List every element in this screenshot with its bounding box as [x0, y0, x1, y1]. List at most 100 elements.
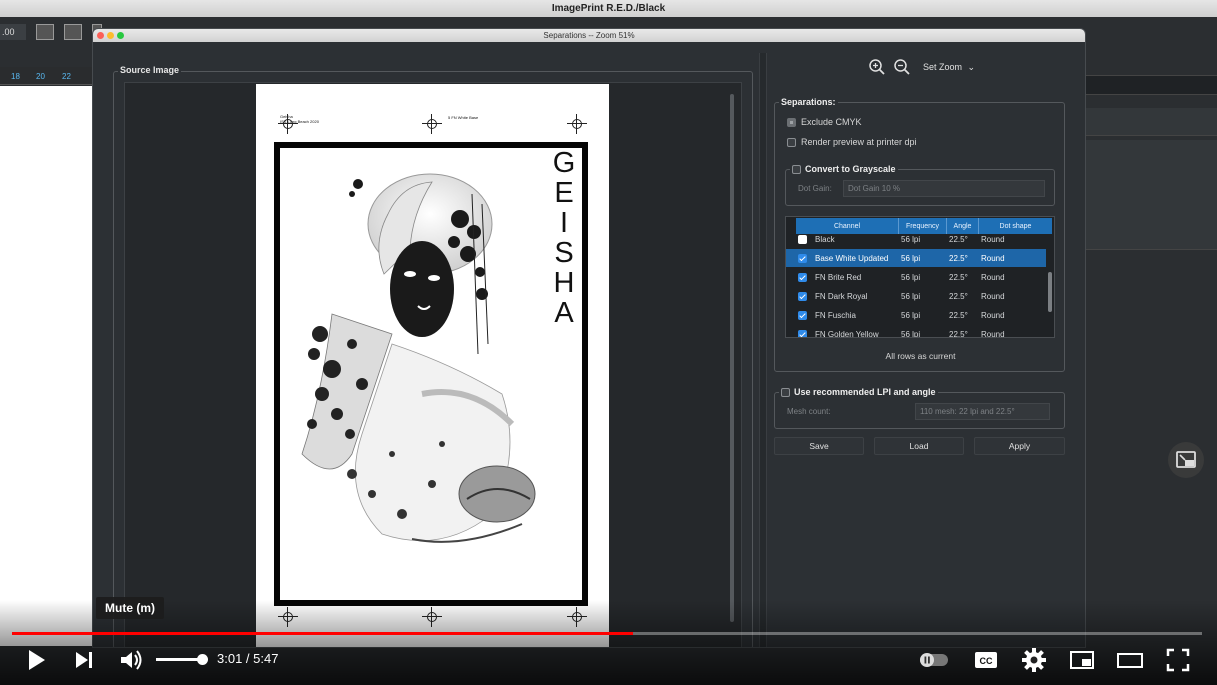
registration-mark-icon	[422, 114, 442, 134]
time-display: 3:01 / 5:47	[217, 651, 278, 666]
current-time: 3:01	[217, 651, 243, 666]
all-rows-as-current-button[interactable]: All rows as current	[775, 351, 1066, 361]
volume-slider[interactable]	[156, 658, 202, 661]
layout-icon[interactable]	[36, 24, 54, 40]
svg-text:CC: CC	[980, 656, 993, 666]
use-recommended-lpi-option[interactable]: Use recommended LPI and angle	[779, 387, 938, 397]
table-row[interactable]: FN Dark Royal 56 lpi 22.5° Round	[786, 287, 1046, 305]
preview-scrollbar[interactable]	[730, 94, 734, 622]
channel-name: FN Brite Red	[815, 272, 862, 282]
table-row[interactable]: Black 56 lpi 22.5° Round	[786, 230, 1046, 248]
ruler-tick: 22	[62, 72, 71, 81]
panel-bar	[1086, 75, 1217, 95]
next-icon[interactable]	[70, 646, 98, 674]
mesh-count-label: Mesh count:	[787, 407, 831, 416]
close-window-button[interactable]	[97, 32, 104, 39]
picture-in-picture-button[interactable]	[1168, 442, 1204, 478]
ruler-tick: 20	[36, 72, 45, 81]
volume-icon[interactable]	[117, 646, 145, 674]
channel-name: Base White Updated	[815, 253, 889, 263]
channel-dot-shape: Round	[981, 272, 1005, 282]
load-button[interactable]: Load	[874, 437, 964, 455]
table-row[interactable]: FN Brite Red 56 lpi 22.5° Round	[786, 268, 1046, 286]
miniplayer-button-icon[interactable]	[1068, 646, 1096, 674]
channel-checkbox[interactable]	[798, 234, 807, 244]
poster-title-text: GEISHA	[550, 148, 578, 328]
table-scrollbar[interactable]	[1048, 272, 1052, 312]
main-canvas	[0, 86, 92, 646]
render-preview-checkbox[interactable]	[787, 137, 796, 147]
table-row[interactable]: FN Golden Yellow 56 lpi 22.5° Round	[786, 325, 1046, 338]
channel-name: FN Fuschia	[815, 310, 856, 320]
channel-dot-shape: Round	[981, 310, 1005, 320]
channel-frequency: 56 lpi	[901, 272, 921, 282]
poster-title-letter: I	[559, 207, 569, 239]
use-recommended-lpi-label: Use recommended LPI and angle	[794, 387, 936, 397]
duration: 5:47	[253, 651, 279, 666]
poster-title-letter: H	[553, 267, 575, 299]
theater-mode-icon[interactable]	[1116, 646, 1144, 674]
separations-label: Separations:	[779, 97, 838, 107]
miniplayer-icon	[1176, 451, 1196, 468]
separations-dialog: Separations -- Zoom 51% Source Image Gei…	[92, 28, 1086, 648]
set-zoom-dropdown[interactable]: Set Zoom ⌄	[923, 62, 975, 73]
table-row[interactable]: Base White Updated 56 lpi 22.5° Round	[786, 249, 1046, 267]
panel-bar	[1086, 108, 1217, 136]
fullscreen-icon[interactable]	[1164, 646, 1192, 674]
render-preview-option[interactable]: Render preview at printer dpi	[787, 137, 917, 147]
channel-dot-shape: Round	[981, 234, 1005, 244]
zoom-field[interactable]: .00	[0, 24, 26, 40]
panel-splitter[interactable]	[759, 53, 767, 647]
exclude-cmyk-option[interactable]: Exclude CMYK	[787, 117, 862, 127]
channel-checkbox[interactable]	[798, 329, 807, 337]
separations-group: Separations: Exclude CMYK Render preview…	[774, 97, 1066, 372]
play-icon[interactable]	[22, 646, 50, 674]
channel-angle: 22.5°	[949, 234, 968, 244]
convert-grayscale-label: Convert to Grayscale	[805, 164, 896, 174]
mesh-count-select[interactable]: 110 mesh: 22 lpi and 22.5°	[915, 403, 1050, 420]
minimize-window-button[interactable]	[107, 32, 114, 39]
autoplay-toggle-icon[interactable]	[918, 646, 950, 674]
chevron-down-icon: ⌄	[967, 62, 976, 72]
apply-button[interactable]: Apply	[974, 437, 1065, 455]
ruler-tick: 18	[11, 72, 20, 81]
zoom-in-icon[interactable]	[868, 58, 886, 76]
poster-title-letter: E	[554, 177, 574, 209]
convert-grayscale-checkbox[interactable]	[792, 164, 801, 174]
progress-played	[12, 632, 634, 635]
channel-checkbox[interactable]	[798, 272, 807, 282]
channel-name: FN Golden Yellow	[815, 329, 879, 338]
volume-slider-handle[interactable]	[197, 654, 208, 665]
dot-gain-select[interactable]: Dot Gain 10 %	[843, 180, 1045, 197]
source-image-label: Source Image	[118, 65, 182, 75]
channel-checkbox[interactable]	[798, 291, 807, 301]
panel-bar	[1086, 140, 1217, 250]
save-button[interactable]: Save	[774, 437, 864, 455]
convert-grayscale-option[interactable]: Convert to Grayscale	[790, 164, 898, 174]
grid-icon[interactable]	[64, 24, 82, 40]
channel-angle: 22.5°	[949, 272, 968, 282]
geisha-artwork	[301, 173, 536, 543]
poster-meta-center: 5 FN White Base	[448, 115, 479, 120]
channel-frequency: 56 lpi	[901, 310, 921, 320]
use-recommended-lpi-checkbox[interactable]	[781, 387, 790, 397]
channel-checkbox[interactable]	[798, 253, 807, 263]
zoom-window-button[interactable]	[117, 32, 124, 39]
poster-preview: Geisha ISS Long Beach 2020 5 FN White Ba…	[256, 84, 609, 647]
progress-bar[interactable]	[12, 632, 1202, 635]
channel-checkbox[interactable]	[798, 310, 807, 320]
settings-gear-icon[interactable]	[1020, 646, 1048, 674]
set-zoom-label: Set Zoom	[923, 62, 963, 72]
mute-tooltip: Mute (m)	[96, 597, 164, 619]
registration-mark-icon	[567, 114, 587, 134]
channel-dot-shape: Round	[981, 253, 1005, 263]
table-row[interactable]: FN Fuschia 56 lpi 22.5° Round	[786, 306, 1046, 324]
captions-icon[interactable]: CC	[972, 646, 1000, 674]
zoom-out-icon[interactable]	[893, 58, 911, 76]
exclude-cmyk-checkbox[interactable]	[787, 117, 796, 127]
channel-angle: 22.5°	[949, 329, 968, 338]
channel-table: Channel Frequency Angle Dot shape Black 5…	[785, 216, 1055, 338]
channel-angle: 22.5°	[949, 291, 968, 301]
channel-dot-shape: Round	[981, 329, 1005, 338]
registration-mark-icon	[278, 114, 298, 134]
